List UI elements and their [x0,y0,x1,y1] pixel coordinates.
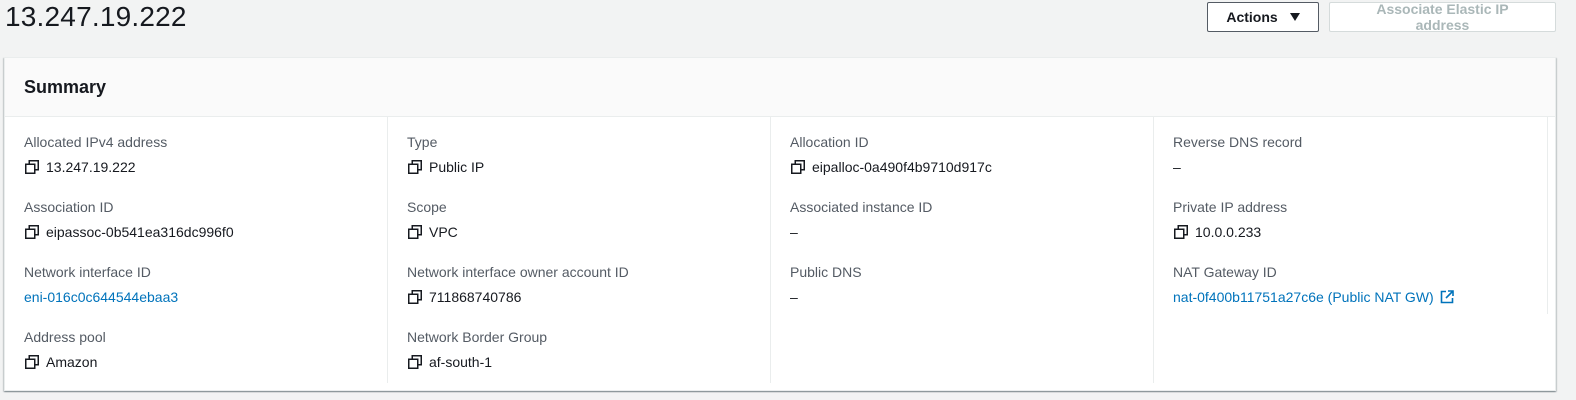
field-label: Allocated IPv4 address [24,134,168,150]
header-actions: Actions Associate Elastic IP address [1207,1,1556,33]
copy-icon[interactable] [791,160,805,174]
field-value-text[interactable]: nat-0f400b11751a27c6e (Public NAT GW) [1173,288,1434,306]
summary-header: Summary [5,58,1555,117]
page-title: 13.247.19.222 [5,1,187,32]
field-value-text: af-south-1 [429,354,493,370]
summary-field: Association ID eipassoc-0b541ea316dc996f0 [24,198,387,263]
field-label: Association ID [24,199,114,215]
field-value: – [790,223,1153,241]
field-value: 711868740786 [407,288,770,306]
summary-field: Public DNS – [790,263,1153,328]
field-value-text: 13.247.19.222 [46,159,136,175]
field-value: VPC [407,223,770,241]
summary-field: Network Border Group af-south-1 [407,328,770,393]
summary-field: Allocated IPv4 address 13.247.19.222 [24,133,387,198]
summary-field: Scope VPC [407,198,770,263]
field-label: Scope [407,199,447,215]
caret-down-icon [1289,13,1300,21]
summary-field: Network interface owner account ID 711868… [407,263,770,328]
summary-field: Reverse DNS record – [1173,133,1547,198]
field-label: Reverse DNS record [1173,134,1303,150]
field-value: 13.247.19.222 [24,158,387,176]
field-value-link[interactable]: nat-0f400b11751a27c6e (Public NAT GW) [1173,288,1547,306]
field-label: Associated instance ID [790,199,933,215]
summary-field: Type Public IP [407,133,770,198]
field-value: – [790,288,1153,306]
field-label: Network Border Group [407,329,548,345]
copy-icon[interactable] [408,355,422,369]
field-value-text: – [790,289,798,305]
summary-field: Network interface ID eni-016c0c644544ebaa… [24,263,387,328]
field-value-text: 10.0.0.233 [1195,224,1262,240]
field-value-text: – [1173,159,1181,175]
field-value: – [1173,158,1547,176]
copy-icon[interactable] [408,160,422,174]
field-value-text: VPC [429,224,458,240]
summary-field: Private IP address 10.0.0.233 [1173,198,1547,263]
field-value-text: 711868740786 [429,289,522,305]
summary-field: Address pool Amazon [24,328,387,393]
field-label: Private IP address [1173,199,1288,215]
field-label: Type [407,134,438,150]
field-label: NAT Gateway ID [1173,264,1277,280]
summary-field: Associated instance ID – [790,198,1153,263]
summary-field: Allocation ID eipalloc-0a490f4b9710d917c [790,133,1153,198]
summary-title: Summary [24,76,107,97]
actions-button[interactable]: Actions [1207,2,1319,32]
field-value: af-south-1 [407,353,770,371]
field-value: Amazon [24,353,387,371]
field-label: Network interface ID [24,264,151,280]
field-label: Public DNS [790,264,862,280]
summary-column: Type Public IP Scope VPC Network interface o… [388,117,771,383]
field-value-text: Public IP [429,159,485,175]
field-value-link[interactable]: eni-016c0c644544ebaa3 [24,288,387,306]
copy-icon[interactable] [25,225,39,239]
field-value: eipalloc-0a490f4b9710d917c [790,158,1153,176]
field-value-text: – [790,224,798,240]
summary-column: Allocated IPv4 address 13.247.19.222 Assoc… [5,117,388,383]
field-value-text[interactable]: eni-016c0c644544ebaa3 [24,288,178,306]
actions-button-label: Actions [1226,9,1278,25]
summary-columns: Allocated IPv4 address 13.247.19.222 Assoc… [5,117,1555,383]
field-label: Allocation ID [790,134,869,150]
field-value: Public IP [407,158,770,176]
copy-icon[interactable] [408,290,422,304]
field-value-text: eipalloc-0a490f4b9710d917c [812,159,992,175]
summary-column: Allocation ID eipalloc-0a490f4b9710d917c A… [771,117,1154,383]
copy-icon[interactable] [25,355,39,369]
field-value-text: eipassoc-0b541ea316dc996f0 [46,224,234,240]
field-label: Address pool [24,329,106,345]
summary-field: NAT Gateway ID nat-0f400b11751a27c6e (Pub… [1173,263,1547,328]
copy-icon[interactable] [25,160,39,174]
field-value: eipassoc-0b541ea316dc996f0 [24,223,387,241]
copy-icon[interactable] [1174,225,1188,239]
field-value-text: Amazon [46,354,98,370]
field-value: 10.0.0.233 [1173,223,1547,241]
field-label: Network interface owner account ID [407,264,629,280]
summary-column: Reverse DNS record – Private IP address 10.… [1154,117,1548,314]
associate-elastic-ip-button[interactable]: Associate Elastic IP address [1329,1,1556,33]
summary-panel: Summary Allocated IPv4 address 13.247.19.… [4,57,1556,391]
copy-icon[interactable] [408,225,422,239]
external-link-icon[interactable] [1440,290,1454,304]
